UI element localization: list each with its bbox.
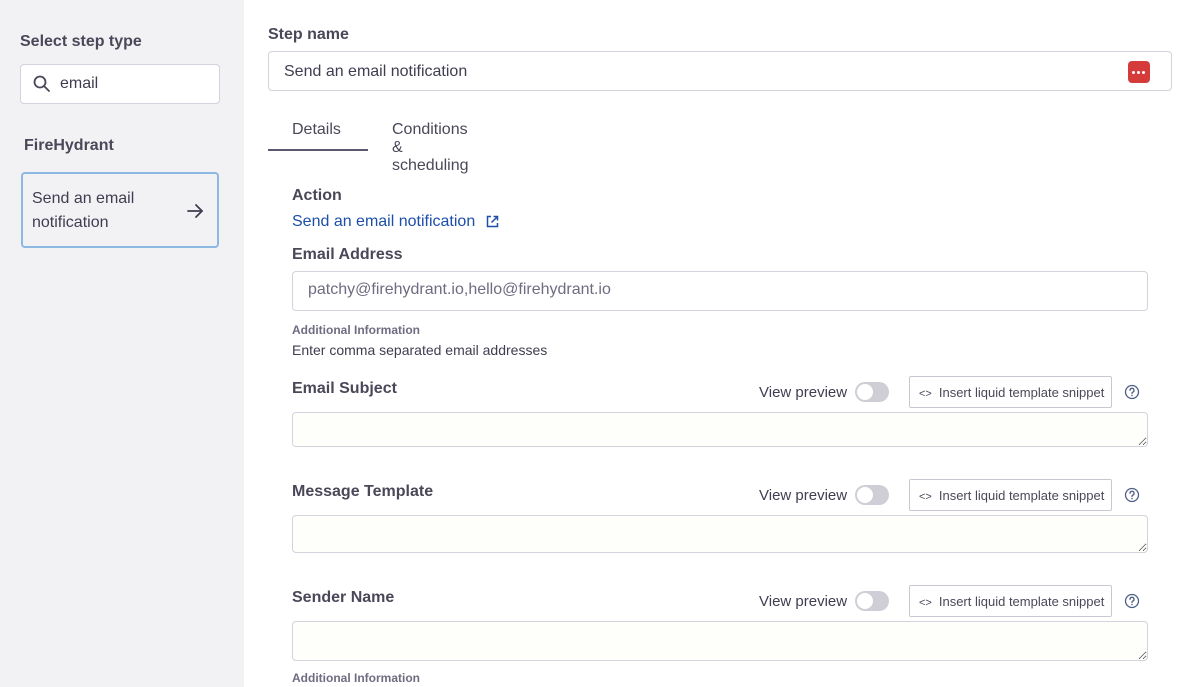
email-address-input[interactable] — [308, 281, 1128, 299]
help-circle-icon[interactable] — [1124, 487, 1140, 503]
step-search-input[interactable] — [60, 73, 210, 95]
step-type-sidebar: Select step type FireHydrant Send an ema… — [0, 0, 244, 687]
code-icon: <> — [919, 491, 932, 503]
email-subject-label: Email Subject — [292, 380, 397, 397]
group-label-firehydrant: FireHydrant — [24, 137, 114, 154]
sidebar-title: Select step type — [20, 33, 142, 50]
sender-name-view-preview-label: View preview — [759, 593, 848, 610]
snippet-button-label: Insert liquid template snippet — [938, 594, 1105, 609]
help-circle-icon[interactable] — [1124, 593, 1140, 609]
tab-details[interactable]: Details — [268, 112, 368, 151]
step-option-send-email[interactable]: Send an email notification — [21, 172, 219, 248]
password-manager-icon[interactable] — [1128, 61, 1150, 83]
action-link[interactable]: Send an email notification — [292, 213, 499, 231]
step-config-panel: Step name Details Conditions & schedulin… — [244, 0, 1191, 687]
arrow-right-icon — [187, 204, 203, 218]
step-option-label: Send an email notification — [32, 190, 135, 231]
action-link-text: Send an email notification — [292, 213, 476, 230]
code-icon: <> — [919, 388, 932, 400]
email-subject-view-preview-label: View preview — [759, 384, 848, 401]
sender-name-textarea[interactable] — [292, 621, 1148, 661]
snippet-button-label: Insert liquid template snippet — [938, 385, 1105, 400]
email-address-field[interactable] — [292, 271, 1148, 311]
email-subject-textarea[interactable] — [292, 412, 1148, 447]
message-template-view-preview-label: View preview — [759, 487, 848, 504]
step-search-box[interactable] — [20, 64, 220, 104]
sender-name-info-title: Additional Information — [292, 671, 420, 685]
snippet-button-label: Insert liquid template snippet — [938, 488, 1105, 503]
help-circle-icon[interactable] — [1124, 384, 1140, 400]
email-subject-preview-toggle[interactable] — [855, 382, 889, 402]
email-address-info-text: Enter comma separated email addresses — [292, 342, 548, 358]
action-label: Action — [292, 187, 342, 204]
step-name-input[interactable] — [284, 61, 1104, 83]
code-icon: <> — [919, 597, 932, 609]
step-name-label: Step name — [268, 26, 349, 43]
sender-name-snippet-button[interactable]: <> Insert liquid template snippet — [909, 585, 1112, 617]
email-subject-snippet-button[interactable]: <> Insert liquid template snippet — [909, 376, 1112, 408]
message-template-snippet-button[interactable]: <> Insert liquid template snippet — [909, 479, 1112, 511]
sender-name-preview-toggle[interactable] — [855, 591, 889, 611]
message-template-label: Message Template — [292, 483, 434, 500]
email-address-label: Email Address — [292, 246, 403, 263]
search-icon — [33, 75, 50, 92]
email-address-info-title: Additional Information — [292, 323, 420, 337]
sender-name-label: Sender Name — [292, 589, 395, 606]
step-name-field[interactable] — [268, 51, 1172, 91]
tab-conditions-scheduling[interactable]: Conditions & scheduling — [392, 112, 469, 174]
message-template-textarea[interactable] — [292, 515, 1148, 553]
message-template-preview-toggle[interactable] — [855, 485, 889, 505]
external-link-icon — [486, 215, 498, 228]
